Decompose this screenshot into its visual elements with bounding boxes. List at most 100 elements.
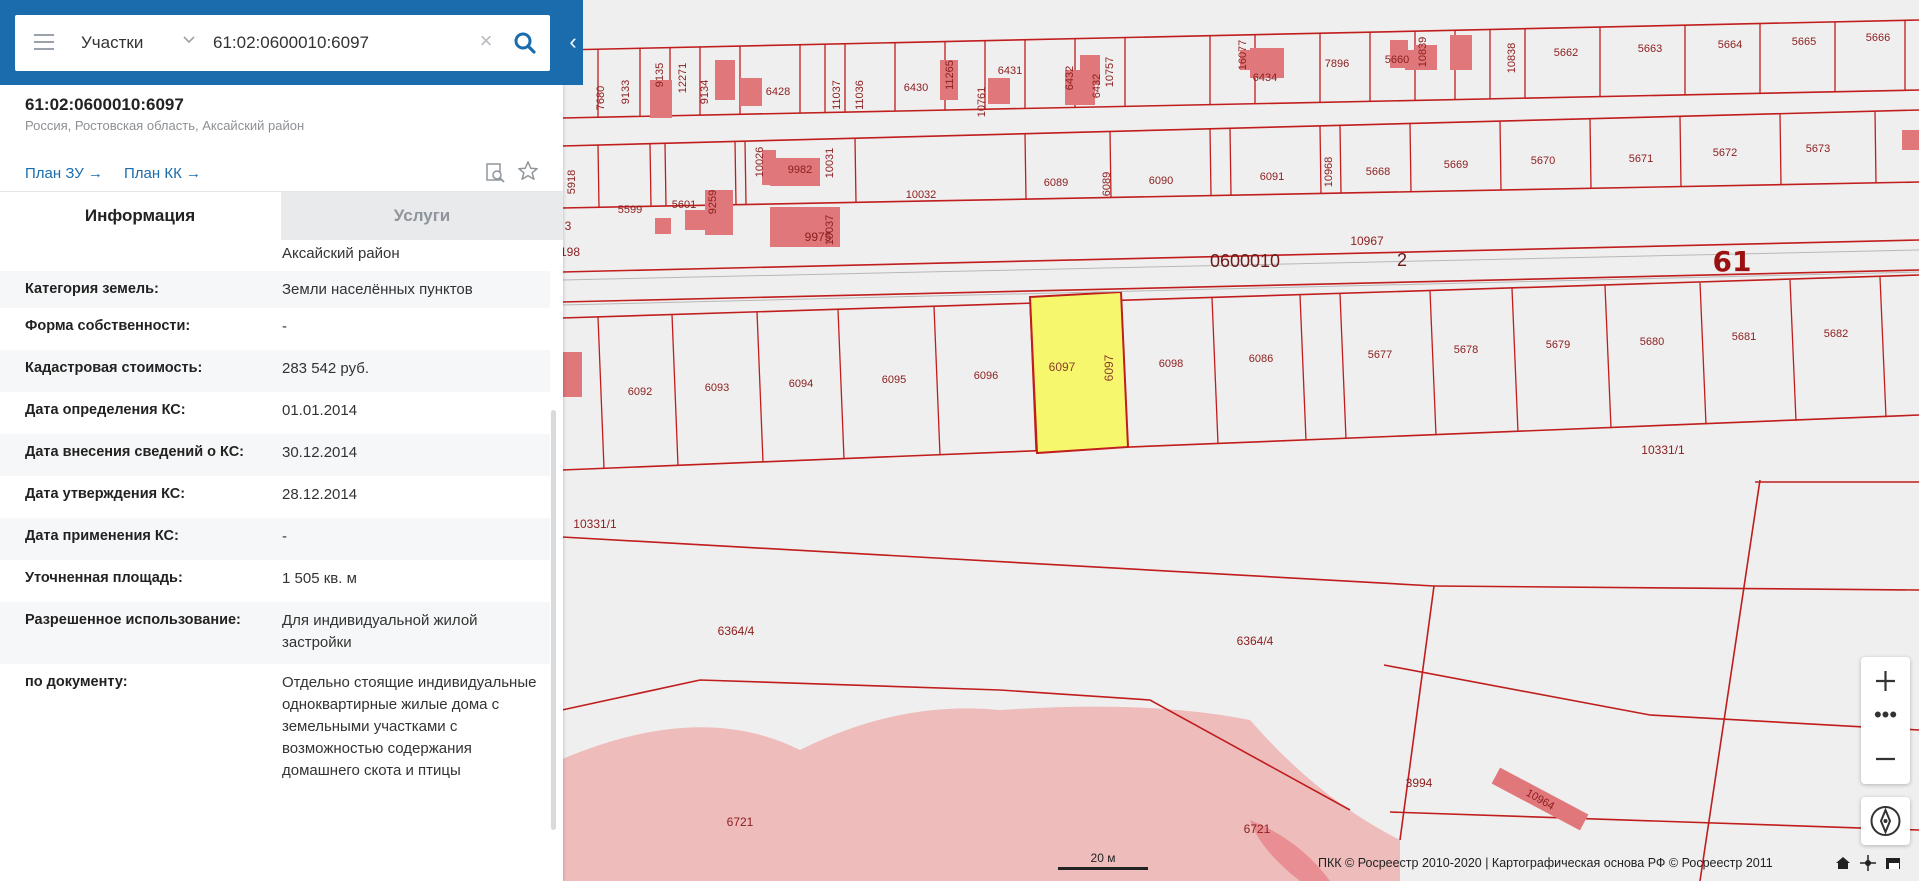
- map-label: 5682: [1824, 328, 1848, 340]
- map-label: 0600010: [1210, 251, 1280, 271]
- map-label: 5666: [1866, 32, 1890, 44]
- map-label: 10839: [1417, 37, 1429, 68]
- info-row: Разрешенное использование: Для индивидуа…: [0, 602, 550, 664]
- map-label: 10331/1: [573, 517, 617, 531]
- map-label: 3: [565, 219, 572, 233]
- map-label: 10761: [976, 87, 988, 118]
- map-label: 12271: [677, 63, 689, 94]
- map-label: 6364/4: [718, 624, 755, 638]
- map-label: 10032: [906, 189, 937, 201]
- map-label: 10037: [824, 215, 836, 246]
- map-label: 5599: [618, 204, 642, 216]
- building: [655, 218, 671, 234]
- map-label: 9135: [654, 63, 666, 87]
- chevron-down-icon[interactable]: [182, 33, 196, 47]
- map-label: 5679: [1546, 339, 1570, 351]
- map-label: 61: [1713, 245, 1752, 278]
- map-label: 5601: [672, 199, 696, 211]
- collapse-panel-icon[interactable]: ‹: [563, 27, 583, 57]
- info-value: Для индивидуальной жилой застройки: [282, 612, 478, 651]
- info-key: Кадастровая стоимость:: [25, 360, 203, 376]
- map-label: 6431: [998, 65, 1022, 77]
- map-label: 5673: [1806, 143, 1830, 155]
- search-bar: Участки × ‹: [0, 0, 583, 85]
- map-label: 9982: [788, 164, 812, 176]
- info-table: Аксайский район Категория земель: Земли …: [0, 239, 550, 839]
- map-label: 10967: [1350, 234, 1384, 248]
- print-icon[interactable]: [1885, 855, 1901, 871]
- more-icon[interactable]: •••: [1861, 704, 1910, 735]
- map-label: 9259: [707, 190, 719, 214]
- map-label: 10026: [754, 147, 766, 178]
- clear-icon[interactable]: ×: [477, 30, 495, 52]
- tab-services[interactable]: Услуги: [281, 192, 563, 240]
- map-label: 6430: [904, 82, 928, 94]
- panel-scrollbar[interactable]: [551, 410, 556, 830]
- map-label: 6095: [882, 374, 906, 386]
- building: [740, 78, 762, 106]
- info-row: Дата внесения сведений о КС: 30.12.2014: [0, 434, 550, 476]
- map-label: 6091: [1260, 171, 1284, 183]
- info-row: Уточненная площадь: 1 505 кв. м: [0, 560, 550, 602]
- map-label: 6089: [1044, 177, 1068, 189]
- map-label: 5669: [1444, 159, 1468, 171]
- map-label: 7896: [1325, 58, 1349, 70]
- info-key: по документу:: [25, 674, 128, 690]
- favorite-star-icon[interactable]: [517, 160, 539, 182]
- search-icon[interactable]: [512, 30, 538, 56]
- map-label: 6094: [789, 378, 813, 390]
- map-label: 10838: [1506, 43, 1518, 74]
- map-label: 6093: [705, 382, 729, 394]
- map-label: 5665: [1792, 36, 1816, 48]
- info-value: -: [282, 528, 287, 545]
- info-key: Дата утверждения КС:: [25, 486, 186, 502]
- map-label: 6434: [1253, 72, 1277, 84]
- info-value: 1 505 кв. м: [282, 570, 357, 587]
- info-key: Категория земель:: [25, 281, 159, 297]
- info-value: 30.12.2014: [282, 444, 358, 461]
- info-row: Дата утверждения КС: 28.12.2014: [0, 476, 550, 518]
- map-label: 11037: [831, 80, 843, 110]
- map-label: 6721: [727, 815, 754, 829]
- plan-kk-link[interactable]: План КК →: [124, 165, 201, 182]
- building: [1450, 35, 1472, 70]
- search-box: Участки ×: [15, 15, 550, 71]
- map-label: 6089: [1101, 172, 1113, 196]
- info-key: Уточненная площадь:: [25, 570, 183, 586]
- info-row: Форма собственности: -: [0, 308, 550, 350]
- map-label: 10757: [1104, 57, 1116, 88]
- info-key: Дата определения КС:: [25, 402, 186, 418]
- building: [715, 60, 735, 100]
- info-value: Аксайский район: [282, 245, 400, 262]
- map-label: 5660: [1385, 54, 1409, 66]
- map-label: 6097: [1049, 360, 1076, 374]
- plan-zu-link[interactable]: План ЗУ →: [25, 165, 103, 182]
- map-label: 9133: [620, 80, 632, 104]
- map-label: 10331/1: [1641, 443, 1685, 457]
- locate-icon[interactable]: [1860, 855, 1876, 871]
- map-label: 5670: [1531, 155, 1555, 167]
- info-row: Категория земель: Земли населённых пункт…: [0, 271, 550, 308]
- document-search-icon[interactable]: [485, 163, 505, 183]
- map-label: 5678: [1454, 344, 1478, 356]
- object-title: 61:02:0600010:6097: [25, 95, 184, 114]
- menu-icon[interactable]: [34, 34, 54, 52]
- map-label: 5918: [566, 170, 578, 194]
- building: [1902, 130, 1919, 150]
- map-label: 11265: [944, 60, 956, 90]
- map-label: 3994: [1406, 776, 1433, 790]
- map-label: 5680: [1640, 336, 1664, 348]
- home-icon[interactable]: [1835, 855, 1851, 871]
- panel-tabs: Информация Услуги: [0, 191, 563, 240]
- info-row: Дата применения КС: -: [0, 518, 550, 560]
- zoom-control: •••: [1861, 657, 1910, 784]
- search-type-select[interactable]: Участки: [81, 33, 143, 53]
- tab-information[interactable]: Информация: [0, 192, 280, 240]
- info-value: Отдельно стоящие индивидуальные одноквар…: [282, 674, 537, 779]
- compass-icon[interactable]: [1861, 797, 1910, 845]
- zoom-out-button[interactable]: [1861, 735, 1910, 784]
- search-input[interactable]: [211, 29, 470, 57]
- map-label: 6364/4: [1237, 634, 1274, 648]
- map-label: 9134: [699, 80, 711, 104]
- zoom-in-button[interactable]: [1861, 657, 1910, 705]
